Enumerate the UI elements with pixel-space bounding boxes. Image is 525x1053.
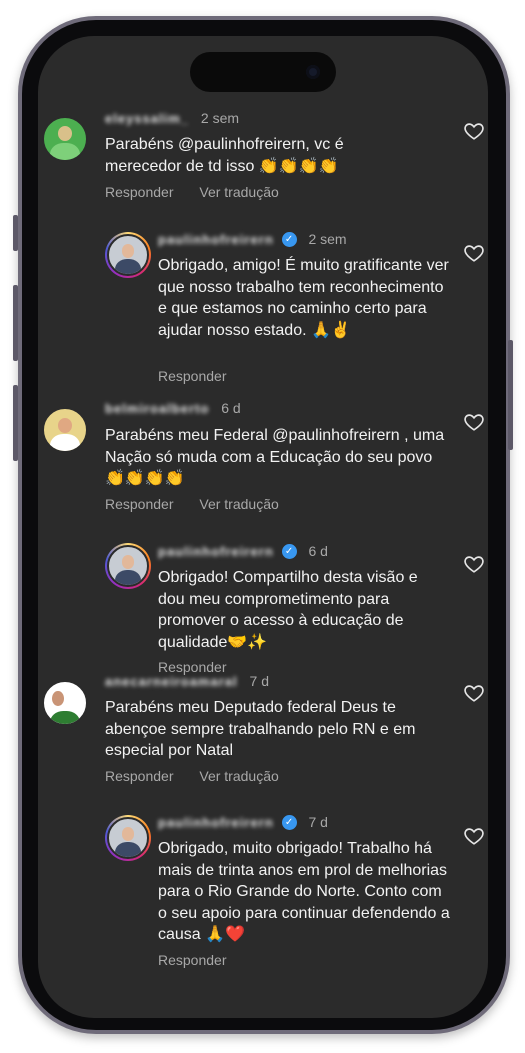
reply-button[interactable]: Responder [158, 952, 227, 968]
comment-text: Obrigado, amigo! É muito gratificante ve… [158, 257, 449, 339]
avatar[interactable] [42, 407, 88, 453]
comment-time: 6 d [308, 543, 328, 560]
comment-meta: belmiroalberto 6 d [105, 399, 241, 416]
avatar[interactable] [105, 232, 151, 278]
comment-text: Parabéns @paulinhofreirern, vc é mereced… [105, 136, 344, 175]
comment-text: Obrigado! Compartilho desta visão e dou … [158, 569, 418, 651]
comment-time: 2 sem [200, 110, 240, 127]
verified-badge-icon: ✓ [281, 543, 297, 559]
comment-actions: Responder [158, 952, 249, 968]
heart-outline-icon[interactable] [463, 682, 485, 704]
camera-icon [306, 65, 320, 79]
avatar[interactable] [42, 116, 88, 162]
verified-badge-icon: ✓ [281, 814, 297, 830]
heart-outline-icon[interactable] [463, 411, 485, 433]
comment-meta: paulinhofreirern ✓ 2 sem [158, 230, 347, 247]
comment-meta: eleyssalim_ 2 sem [105, 109, 239, 126]
reply-button[interactable]: Responder [158, 368, 227, 384]
username[interactable]: paulinhofreirern [158, 544, 274, 559]
heart-outline-icon[interactable] [463, 553, 485, 575]
comment-text: Parabéns meu Federal @paulinhofreirern ,… [105, 427, 445, 487]
comment-text: Obrigado, muito obrigado! Trabalho há ma… [158, 840, 450, 943]
power-button [508, 340, 513, 450]
comment-time: 6 d [221, 400, 241, 417]
heart-outline-icon[interactable] [463, 120, 485, 142]
dynamic-island [190, 52, 336, 92]
comment-meta: paulinhofreirern ✓ 7 d [158, 813, 328, 830]
username[interactable]: anecarneiroamaral [105, 674, 238, 689]
action-button [13, 215, 18, 251]
translate-button[interactable]: Ver tradução [199, 496, 278, 512]
heart-outline-icon[interactable] [463, 242, 485, 264]
username[interactable]: paulinhofreirern [158, 815, 274, 830]
reply-button[interactable]: Responder [105, 768, 174, 784]
comment-actions: Responder Ver tradução [105, 496, 301, 512]
username[interactable]: belmiroalberto [105, 401, 209, 416]
comment-meta: anecarneiroamaral 7 d [105, 672, 269, 689]
comment-actions: Responder Ver tradução [105, 184, 301, 200]
heart-outline-icon[interactable] [463, 825, 485, 847]
volume-up-button [13, 285, 18, 361]
reply-button[interactable]: Responder [105, 184, 174, 200]
verified-badge-icon: ✓ [281, 231, 297, 247]
comment-time: 2 sem [308, 231, 347, 248]
reply-button[interactable]: Responder [105, 496, 174, 512]
comment-meta: paulinhofreirern ✓ 6 d [158, 542, 328, 559]
comment-text: Parabéns meu Deputado federal Deus te ab… [105, 699, 416, 759]
translate-button[interactable]: Ver tradução [199, 184, 278, 200]
comment-time: 7 d [249, 673, 269, 690]
username[interactable]: eleyssalim_ [105, 111, 189, 126]
comment-time: 7 d [308, 814, 328, 831]
translate-button[interactable]: Ver tradução [199, 768, 278, 784]
avatar[interactable] [105, 543, 151, 589]
username[interactable]: paulinhofreirern [158, 232, 274, 247]
avatar[interactable] [105, 815, 151, 861]
comment-actions: Responder Ver tradução [105, 768, 301, 784]
comment-actions: Responder [158, 368, 249, 384]
volume-down-button [13, 385, 18, 461]
avatar[interactable] [42, 680, 88, 726]
